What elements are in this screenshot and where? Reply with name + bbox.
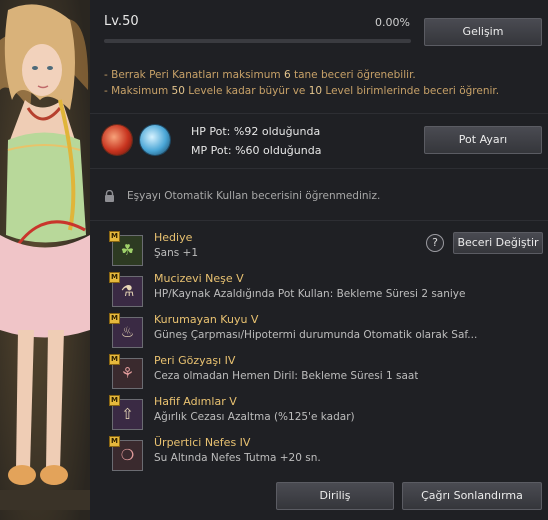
level-label: Lv.: [104, 14, 123, 29]
info-note-2: - Maksimum 50 Levele kadar büyür ve 10 L…: [104, 85, 499, 97]
skill-item[interactable]: ⚗ M Mucizevi Neşe V HP/Kaynak Azaldığınd…: [104, 272, 524, 310]
skill-item[interactable]: ❍ M Ürpertici Nefes IV Su Altında Nefes …: [104, 436, 524, 474]
master-badge: M: [109, 313, 120, 324]
lock-icon: [105, 190, 114, 202]
hp-potion-threshold: HP Pot: %92 olduğunda: [191, 125, 321, 138]
master-badge: M: [109, 272, 120, 283]
level-percent: 0.00%: [375, 16, 410, 29]
note-2-text-b: Levele kadar büyür ve: [184, 85, 309, 97]
skill-name: Mucizevi Neşe V: [154, 272, 244, 285]
skill-name: Ürpertici Nefes IV: [154, 436, 251, 449]
skill-name: Kurumayan Kuyu V: [154, 313, 259, 326]
hp-potion-icon[interactable]: [102, 125, 132, 155]
skill-name: Hediye: [154, 231, 193, 244]
skill-description: Şans +1: [154, 247, 199, 259]
skill-item[interactable]: ⚘ M Peri Gözyaşı IV Ceza olmadan Hemen D…: [104, 354, 524, 392]
auto-use-notice: Eşyayı Otomatik Kullan becerisini öğrenm…: [127, 190, 381, 202]
revive-button[interactable]: Diriliş: [276, 482, 394, 510]
skill-description: Ceza olmadan Hemen Diril: Bekleme Süresi…: [154, 370, 419, 382]
experience-bar: [104, 39, 411, 43]
end-summon-button[interactable]: Çağrı Sonlandırma: [402, 482, 542, 510]
skill-description: Ağırlık Cezası Azaltma (%125'e kadar): [154, 411, 355, 423]
note-2-text-a: - Maksimum: [104, 85, 172, 97]
skill-name: Peri Gözyaşı IV: [154, 354, 236, 367]
skill-description: HP/Kaynak Azaldığında Pot Kullan: Beklem…: [154, 288, 466, 300]
divider: [90, 168, 548, 169]
skill-description: Su Altında Nefes Tutma +20 sn.: [154, 452, 321, 464]
skill-name: Hafif Adımlar V: [154, 395, 237, 408]
pot-settings-button[interactable]: Pot Ayarı: [424, 126, 542, 154]
note-1-text-a: - Berrak Peri Kanatları maksimum: [104, 69, 284, 81]
master-badge: M: [109, 436, 120, 447]
develop-button[interactable]: Gelişim: [424, 18, 542, 46]
fairy-illustration: [0, 0, 90, 520]
level-value: 50: [122, 14, 139, 29]
level-display: Lv.50: [104, 14, 139, 29]
skill-item[interactable]: ☘ M Hediye Şans +1: [104, 231, 524, 269]
info-note-1: - Berrak Peri Kanatları maksimum 6 tane …: [104, 69, 416, 81]
mp-potion-icon[interactable]: [140, 125, 170, 155]
master-badge: M: [109, 231, 120, 242]
master-badge: M: [109, 354, 120, 365]
fairy-portrait: [0, 0, 90, 520]
divider: [90, 220, 548, 221]
note-2-number-a: 50: [171, 85, 185, 97]
master-badge: M: [109, 395, 120, 406]
note-2-number-b: 10: [308, 85, 323, 97]
note-2-text-c: Level birimlerinde beceri öğrenir.: [322, 85, 500, 97]
note-1-number: 6: [283, 69, 291, 81]
skill-item[interactable]: ⇧ M Hafif Adımlar V Ağırlık Cezası Azalt…: [104, 395, 524, 433]
skill-item[interactable]: ♨ M Kurumayan Kuyu V Güneş Çarpması/Hipo…: [104, 313, 524, 351]
mp-potion-threshold: MP Pot: %60 olduğunda: [191, 144, 322, 157]
skill-description: Güneş Çarpması/Hipotermi durumunda Otoma…: [154, 329, 478, 341]
divider: [90, 113, 548, 114]
note-1-text-b: tane beceri öğrenebilir.: [290, 69, 416, 81]
